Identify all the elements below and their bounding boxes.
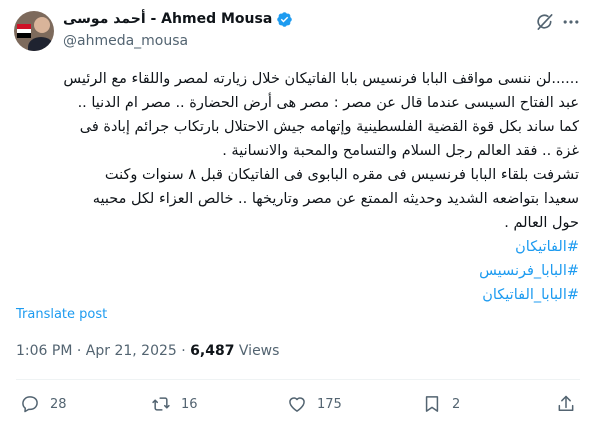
like-count: 175 [317, 396, 342, 412]
repost-icon [152, 397, 170, 411]
verified-badge-icon [277, 11, 293, 27]
like-button[interactable]: 175 [287, 393, 342, 415]
tweet-line: تشرفت بلقاء البابا فرنسيس فى مقره البابو… [104, 167, 579, 183]
tweet-meta: 1:06 PM · Apr 21, 2025 · 6,487 Views [16, 343, 279, 359]
heart-icon [289, 397, 305, 412]
reply-count: 28 [50, 396, 67, 412]
bookmark-icon [425, 396, 439, 412]
reply-icon [22, 396, 38, 413]
grok-icon[interactable] [534, 11, 556, 33]
avatar[interactable] [14, 11, 54, 51]
more-icon[interactable] [560, 11, 582, 33]
tweet-line: عبد الفتاح السيسى عندما قال عن مصر : مصر… [77, 95, 579, 111]
share-icon [558, 395, 574, 411]
repost-button[interactable]: 16 [151, 393, 198, 415]
tweet-date[interactable]: Apr 21, 2025 [86, 343, 177, 359]
meta-separator: · [181, 343, 186, 359]
author-handle[interactable]: @ahmeda_mousa [63, 33, 188, 49]
tweet-line: سعيدا بتواضعه الشديد وحديثه الممتع عن مص… [92, 191, 579, 207]
egypt-flag-icon [17, 24, 31, 38]
hashtag-link[interactable]: #البابا_فرنسيس [479, 263, 579, 279]
reply-button[interactable]: 28 [20, 393, 67, 415]
hashtag-link[interactable]: #الفاتيكان [515, 239, 579, 255]
tweet-line: ......لن ننسى مواقف البابا فرنسيس بابا ا… [63, 71, 579, 87]
tweet-line: غزة .. فقد العالم رجل السلام والتسامح وا… [222, 143, 579, 159]
translate-post-link[interactable]: Translate post [16, 307, 107, 322]
tweet-line: حول العالم . [504, 215, 579, 231]
divider [16, 379, 580, 380]
meta-separator: · [76, 343, 82, 359]
repost-count: 16 [181, 396, 198, 412]
views-label: Views [238, 343, 280, 359]
tweet-time[interactable]: 1:06 PM [16, 343, 72, 359]
tweet-line: كما ساند بكل قوة القضية الفلسطينية وإتها… [79, 119, 579, 135]
author-name-row: أحمد موسى - Ahmed Mousa [63, 9, 293, 29]
views-count: 6,487 [190, 343, 235, 359]
display-name[interactable]: أحمد موسى - Ahmed Mousa [63, 11, 272, 27]
hashtag-link[interactable]: #البابا_الفاتيكان [482, 287, 579, 303]
tweet-text: ......لن ننسى مواقف البابا فرنسيس بابا ا… [19, 67, 579, 307]
bookmark-count: 2 [452, 396, 461, 412]
tweet-card: أحمد موسى - Ahmed Mousa @ahmeda_mousa ..… [0, 0, 596, 432]
bookmark-button[interactable]: 2 [422, 393, 460, 415]
share-button[interactable] [556, 393, 576, 415]
